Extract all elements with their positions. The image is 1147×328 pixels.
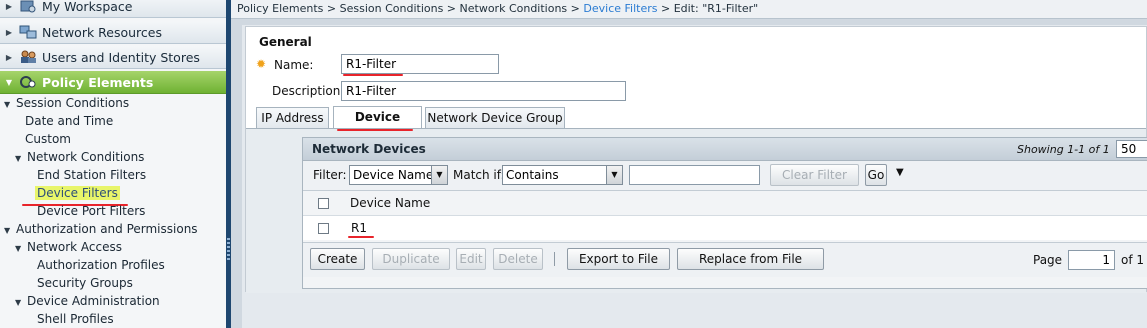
- table-footer: Create Duplicate Edit Delete Export to F…: [303, 242, 1147, 277]
- column-header-device-name[interactable]: Device Name: [350, 196, 430, 210]
- tab-ip-address[interactable]: IP Address: [256, 107, 329, 128]
- name-input[interactable]: [341, 54, 499, 74]
- collapse-arrow-icon: ▼: [15, 298, 22, 307]
- filter-text-input[interactable]: [629, 165, 760, 185]
- export-to-file-button[interactable]: Export to File: [567, 248, 670, 270]
- tree-item-security-groups[interactable]: Security Groups: [37, 274, 133, 292]
- device-name-cell: R1: [351, 221, 367, 235]
- drawer-label: Network Resources: [42, 24, 163, 40]
- expand-arrow-icon: ▶: [5, 27, 13, 37]
- tree-item-network-conditions[interactable]: ▼ Network Conditions: [15, 148, 144, 166]
- page-size-select[interactable]: [1116, 140, 1147, 158]
- duplicate-button[interactable]: Duplicate: [372, 248, 450, 270]
- create-button[interactable]: Create: [310, 248, 365, 270]
- tab-label: Network Device Group: [427, 111, 563, 125]
- red-underline-annotation: [343, 74, 403, 76]
- table-header-bar: Network Devices Showing 1-1 of 1: [303, 138, 1147, 161]
- tab-network-device-group[interactable]: Network Device Group: [425, 107, 565, 128]
- drawer-policy-elements[interactable]: ▼ Policy Elements: [0, 71, 226, 94]
- tree-item-authorization-permissions[interactable]: ▼ Authorization and Permissions: [4, 220, 198, 238]
- navigation-sidebar: ▶ My Workspace ▶ Network Resources ▶ Use…: [0, 0, 226, 328]
- breadcrumb: Policy Elements > Session Conditions > N…: [231, 0, 1147, 19]
- tree-item-date-and-time[interactable]: Date and Time: [25, 112, 113, 130]
- filter-field-select[interactable]: Device Name ▼: [349, 165, 448, 185]
- breadcrumb-path: Policy Elements > Session Conditions > N…: [237, 2, 584, 15]
- tab-device-name[interactable]: Device Name: [333, 106, 422, 144]
- go-button[interactable]: Go: [865, 164, 887, 186]
- select-all-checkbox[interactable]: [318, 198, 329, 209]
- collapse-arrow-icon: ▼: [5, 77, 13, 87]
- users-icon: [21, 50, 36, 63]
- workspace-icon: [20, 0, 36, 13]
- red-underline-annotation: [348, 236, 374, 238]
- tree-item-device-port-filters[interactable]: Device Port Filters: [37, 202, 145, 220]
- breadcrumb-current: > Edit: "R1-Filter": [657, 2, 759, 15]
- section-title: General: [259, 35, 312, 49]
- main-area: Policy Elements > Session Conditions > N…: [231, 0, 1147, 328]
- replace-from-file-button[interactable]: Replace from File: [677, 248, 824, 270]
- toolbar-divider: [554, 252, 555, 266]
- tree-item-network-access[interactable]: ▼ Network Access: [15, 238, 122, 256]
- tree-item-session-conditions[interactable]: ▼ Session Conditions: [4, 94, 129, 112]
- page-label: Page: [1033, 253, 1063, 267]
- tab-label: IP Address: [261, 111, 324, 125]
- select-value: Contains: [506, 168, 559, 182]
- red-underline-annotation: [337, 129, 413, 131]
- edit-form-panel: General ✹ Name: Description: IP Address …: [245, 26, 1147, 293]
- collapse-arrow-icon: ▼: [4, 226, 11, 235]
- required-star-icon: ✹: [256, 57, 267, 71]
- policy-elements-icon: [20, 76, 36, 88]
- tree-item-custom[interactable]: Custom: [25, 130, 71, 148]
- tree-item-authorization-profiles[interactable]: Authorization Profiles: [37, 256, 165, 274]
- expand-arrow-icon: ▶: [5, 52, 13, 62]
- tab-content: Network Devices Showing 1-1 of 1 Filter:…: [246, 128, 1147, 293]
- tree-item-device-administration[interactable]: ▼ Device Administration: [15, 292, 160, 310]
- network-devices-table: Network Devices Showing 1-1 of 1 Filter:…: [302, 137, 1147, 289]
- tree-item-shell-profiles[interactable]: Shell Profiles: [37, 310, 114, 328]
- showing-count: Showing 1-1 of 1: [1017, 143, 1110, 156]
- content-area: General ✹ Name: Description: IP Address …: [242, 25, 1147, 328]
- splitter-grip-icon[interactable]: [227, 238, 230, 260]
- match-label: Match if:: [453, 168, 505, 182]
- drawer-my-workspace[interactable]: ▶ My Workspace: [0, 0, 226, 18]
- delete-button[interactable]: Delete: [493, 248, 543, 270]
- filter-bar: Filter: Device Name ▼ Match if: Contains…: [303, 161, 1147, 191]
- row-checkbox[interactable]: [318, 223, 329, 234]
- drawer-label: My Workspace: [42, 0, 133, 14]
- network-resources-icon: [19, 25, 37, 39]
- clear-filter-button[interactable]: Clear Filter: [770, 164, 859, 186]
- name-label: Name:: [274, 58, 314, 72]
- collapse-arrow-icon: ▼: [15, 154, 22, 163]
- tree-item-device-filters[interactable]: Device Filters: [35, 184, 120, 202]
- column-header-row: Device Name: [303, 191, 1147, 216]
- description-label: Description:: [272, 84, 345, 98]
- filter-options-chevron-icon[interactable]: ▼: [896, 167, 904, 178]
- description-input[interactable]: [341, 81, 626, 101]
- collapse-arrow-icon: ▼: [4, 100, 11, 109]
- table-title: Network Devices: [312, 142, 426, 156]
- collapse-arrow-icon: ▼: [15, 244, 22, 253]
- drawer-label: Users and Identity Stores: [42, 49, 200, 65]
- dropdown-arrow-icon: ▼: [606, 166, 622, 184]
- select-value: Device Name: [353, 168, 434, 182]
- tree-item-end-station-filters[interactable]: End Station Filters: [37, 166, 146, 184]
- dropdown-arrow-icon: ▼: [431, 166, 447, 184]
- edit-button[interactable]: Edit: [456, 248, 486, 270]
- table-row[interactable]: R1: [303, 216, 1147, 240]
- page-number-input[interactable]: [1068, 250, 1115, 270]
- drawer-users-identity-stores[interactable]: ▶ Users and Identity Stores: [0, 46, 226, 69]
- breadcrumb-link-device-filters[interactable]: Device Filters: [583, 2, 657, 15]
- expand-arrow-icon: ▶: [5, 1, 13, 11]
- match-select[interactable]: Contains ▼: [502, 165, 623, 185]
- filter-label: Filter:: [313, 168, 347, 182]
- drawer-network-resources[interactable]: ▶ Network Resources: [0, 21, 226, 44]
- page-of-label: of 1: [1121, 253, 1145, 267]
- drawer-label: Policy Elements: [42, 74, 154, 90]
